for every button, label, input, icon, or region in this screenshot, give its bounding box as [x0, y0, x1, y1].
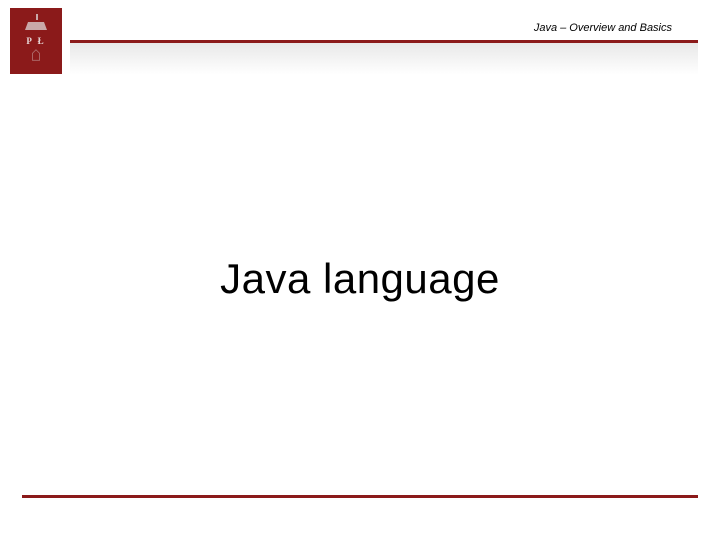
university-logo: P Ł	[10, 8, 62, 74]
emblem-icon	[27, 48, 45, 62]
header-gradient	[70, 43, 698, 75]
boat-icon	[25, 20, 47, 30]
slide-title: Java language	[0, 255, 720, 303]
footer-divider	[22, 495, 698, 498]
slide-header: P Ł Java – Overview and Basics	[0, 0, 720, 80]
breadcrumb: Java – Overview and Basics	[534, 22, 672, 34]
logo-letters: P Ł	[26, 36, 45, 46]
